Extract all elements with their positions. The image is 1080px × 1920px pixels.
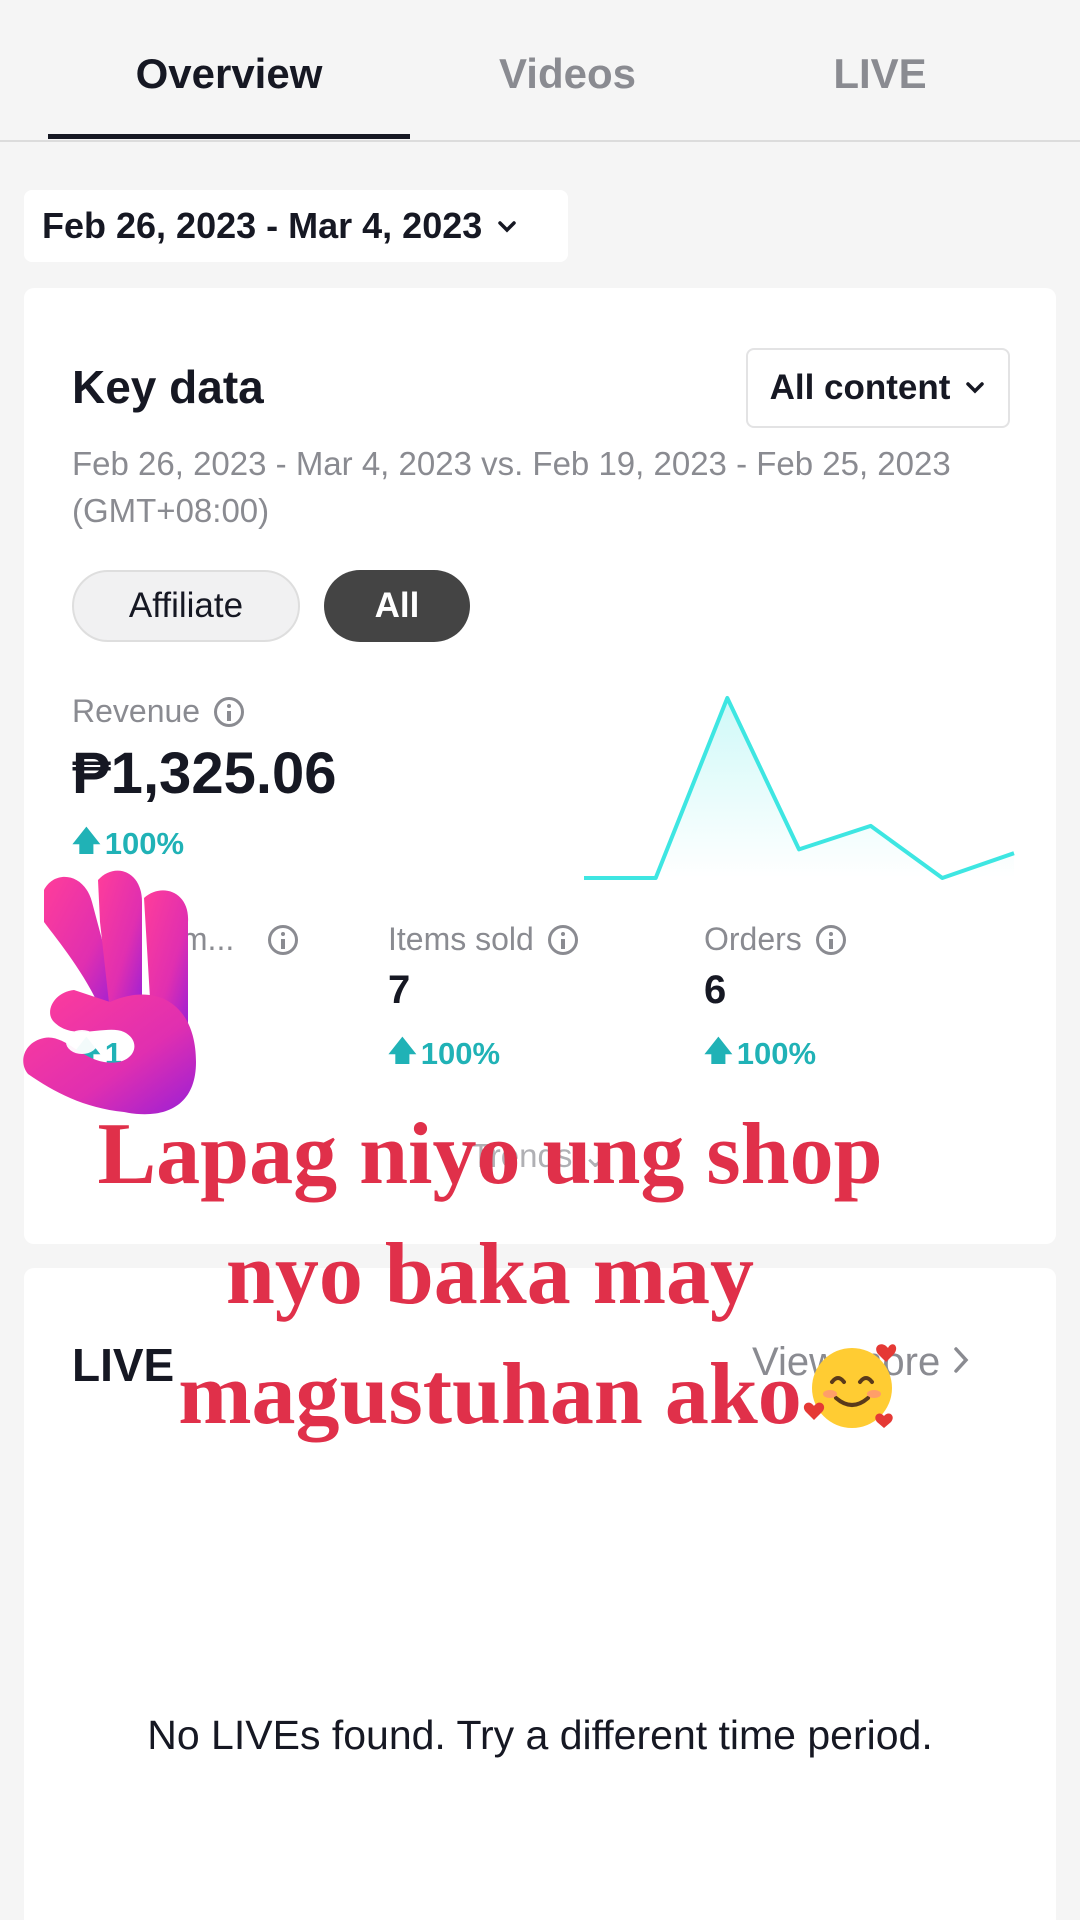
revenue-value: ₱1,325.06 bbox=[72, 741, 337, 806]
items-sold-label-text: Items sold bbox=[388, 921, 534, 957]
content-filter-dropdown[interactable]: All content bbox=[746, 348, 1010, 428]
orders-value: 6 bbox=[704, 968, 727, 1012]
all-pill[interactable]: All bbox=[324, 570, 470, 642]
items-sold-label: Items sold bbox=[388, 921, 578, 958]
ok-hand-icon bbox=[23, 870, 196, 1115]
tab-overview[interactable]: Overview bbox=[48, 50, 410, 98]
chevron-down-icon bbox=[964, 368, 986, 408]
content-filter-label: All content bbox=[769, 368, 951, 407]
arrow-up-icon: 🡅 bbox=[72, 825, 101, 856]
items-sold-value: 7 bbox=[388, 968, 411, 1012]
key-data-title: Key data bbox=[72, 361, 264, 413]
info-icon[interactable] bbox=[815, 924, 846, 955]
active-tab-indicator bbox=[48, 134, 410, 139]
chevron-down-icon bbox=[496, 205, 518, 247]
date-comparison-text: Feb 26, 2023 - Mar 4, 2023 vs. Feb 19, 2… bbox=[72, 445, 951, 529]
revenue-sparkline bbox=[584, 696, 1015, 880]
date-range-picker[interactable]: Feb 26, 2023 - Mar 4, 2023 bbox=[24, 190, 568, 262]
overlay-line-2: nyo baka may bbox=[225, 1226, 755, 1323]
orders-label-text: Orders bbox=[704, 921, 802, 957]
items-sold-delta: 🡅 100% bbox=[388, 1030, 500, 1078]
sparkline-line bbox=[584, 696, 1015, 880]
affiliate-pill[interactable]: Affiliate bbox=[72, 570, 300, 642]
tab-videos[interactable]: Videos bbox=[420, 50, 715, 98]
overlay-line-1: Lapag niyo ung shop bbox=[97, 1106, 883, 1203]
tab-bar: Overview Videos LIVE bbox=[0, 0, 1080, 142]
info-icon[interactable] bbox=[214, 696, 245, 727]
arrow-up-icon: 🡅 bbox=[704, 1035, 733, 1066]
items-sold-delta-text: 100% bbox=[420, 1036, 501, 1071]
revenue-delta: 🡅 100% bbox=[72, 820, 184, 868]
info-icon[interactable] bbox=[547, 924, 578, 955]
orders-label: Orders bbox=[704, 921, 846, 958]
empty-state-message: No LIVEs found. Try a different time per… bbox=[147, 1712, 933, 1758]
tab-live[interactable]: LIVE bbox=[760, 50, 1000, 98]
info-icon[interactable] bbox=[268, 924, 299, 955]
revenue-delta-text: 100% bbox=[104, 826, 185, 861]
smiling-face-with-hearts-icon bbox=[803, 1344, 897, 1428]
revenue-label-text: Revenue bbox=[72, 693, 201, 729]
revenue-label: Revenue bbox=[72, 693, 245, 730]
date-range-value: Feb 26, 2023 - Mar 4, 2023 bbox=[42, 205, 483, 246]
arrow-up-icon: 🡅 bbox=[388, 1035, 417, 1066]
orders-delta-text: 100% bbox=[736, 1036, 817, 1071]
orders-delta: 🡅 100% bbox=[704, 1030, 816, 1078]
